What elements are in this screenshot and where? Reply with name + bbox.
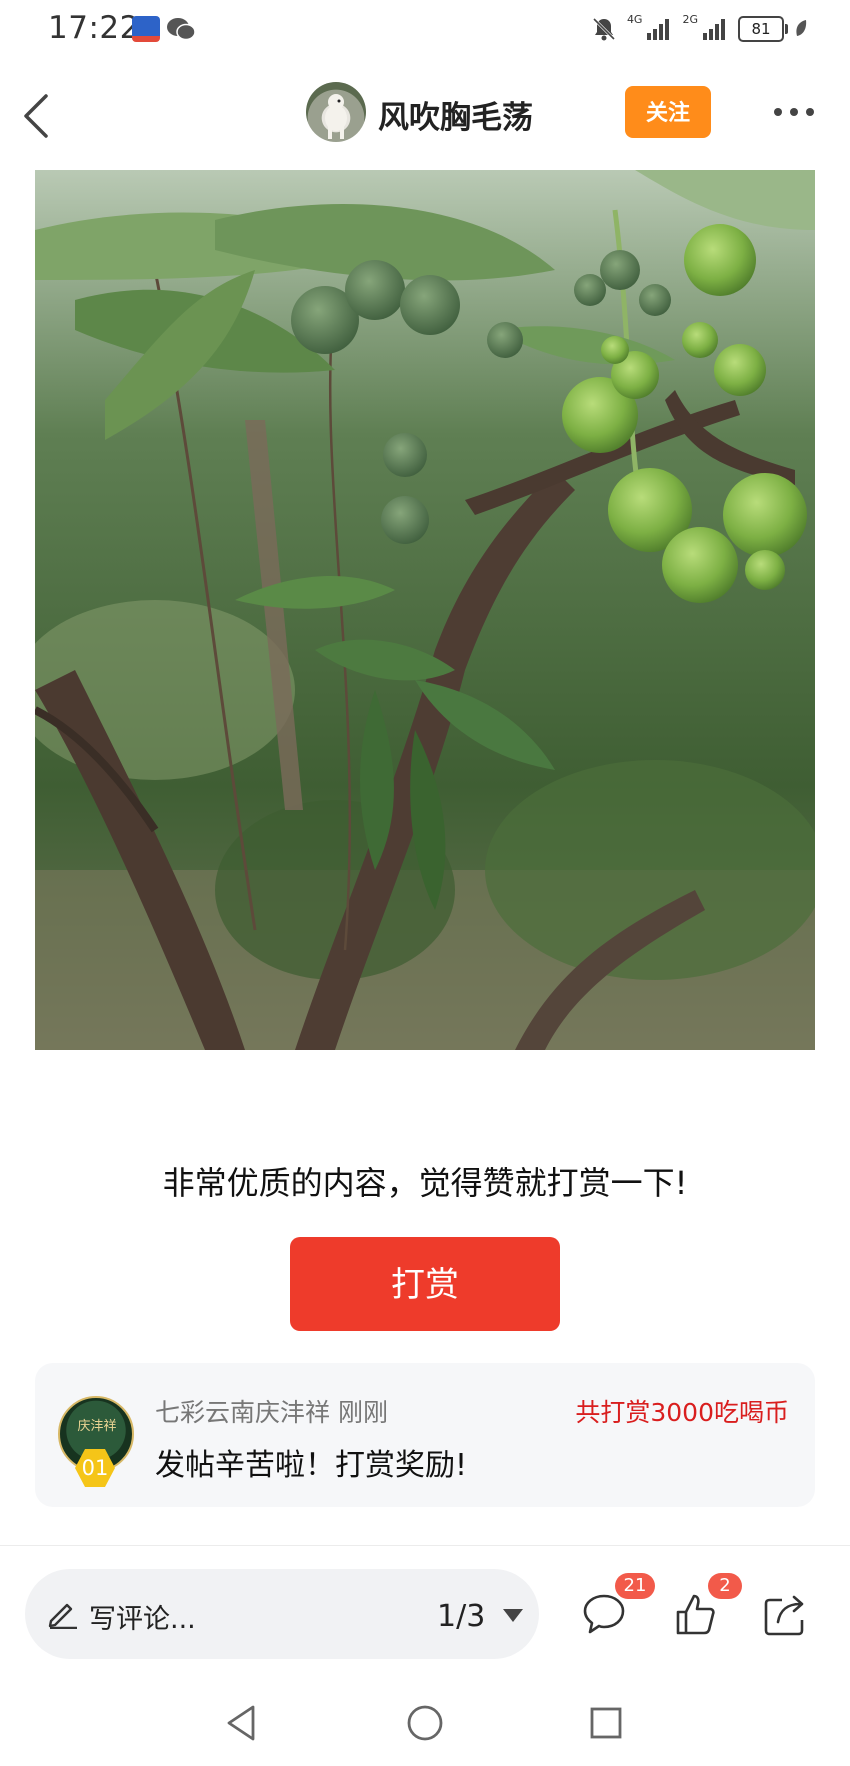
mute-bell-icon: [592, 17, 615, 41]
like-icon[interactable]: [675, 1592, 715, 1636]
reward-amount: 共打赏3000吃喝币: [575, 1398, 789, 1427]
network-type-1: 4G: [626, 13, 643, 26]
wechat-icon: [167, 18, 196, 41]
divider: [0, 1545, 850, 1546]
more-options-icon[interactable]: [772, 100, 816, 124]
tipper-avatar-logo: 庆沣祥: [77, 1419, 117, 1434]
network-type-2: 2G: [682, 13, 698, 26]
post-header: 风吹胸毛荡 关注: [0, 70, 850, 160]
leaf-icon: [796, 20, 807, 36]
author-name[interactable]: 风吹胸毛荡: [378, 92, 533, 137]
reward-button[interactable]: 打赏: [290, 1237, 560, 1331]
back-icon[interactable]: [20, 90, 60, 142]
battery-indicator: 81: [738, 16, 788, 42]
share-icon[interactable]: [762, 1592, 810, 1636]
reward-message: 发帖辛苦啦！打赏奖励!: [155, 1448, 468, 1483]
post-photo[interactable]: [35, 170, 815, 1050]
status-bar: 17:22 4G 2G 81: [0, 0, 850, 60]
page-indicator[interactable]: 1/3: [437, 1599, 485, 1634]
comment-count-badge: 21: [615, 1573, 655, 1599]
comment-placeholder: 写评论...: [89, 1604, 196, 1635]
comment-input[interactable]: 写评论... 1/3: [25, 1569, 539, 1659]
reward-prompt: 非常优质的内容，觉得赞就打赏一下!: [162, 1164, 688, 1202]
signal-icon-2: [703, 19, 725, 40]
dog-avatar-icon: [325, 94, 347, 139]
author-avatar[interactable]: [306, 82, 366, 142]
status-right-group: 4G 2G 81: [591, 12, 808, 46]
pen-icon: [48, 1603, 77, 1629]
nav-home-icon[interactable]: [406, 1704, 444, 1742]
nav-recent-apps-icon[interactable]: [589, 1706, 623, 1740]
tipper-name-time: 七彩云南庆沣祥 刚刚: [155, 1398, 388, 1427]
caret-down-icon[interactable]: [503, 1609, 523, 1622]
comment-icon[interactable]: [581, 1592, 627, 1636]
status-time: 17:22: [48, 10, 140, 46]
plum-tree-photo: [35, 170, 815, 1050]
reward-record-card[interactable]: 庆沣祥 01 七彩云南庆沣祥 刚刚 共打赏3000吃喝币 发帖辛苦啦！打赏奖励!: [35, 1363, 815, 1507]
app-notification-icon: [132, 16, 160, 42]
follow-button[interactable]: 关注: [625, 86, 711, 138]
nav-back-icon[interactable]: [223, 1703, 259, 1743]
like-count-badge: 2: [708, 1573, 742, 1599]
signal-icon-1: [647, 19, 670, 40]
